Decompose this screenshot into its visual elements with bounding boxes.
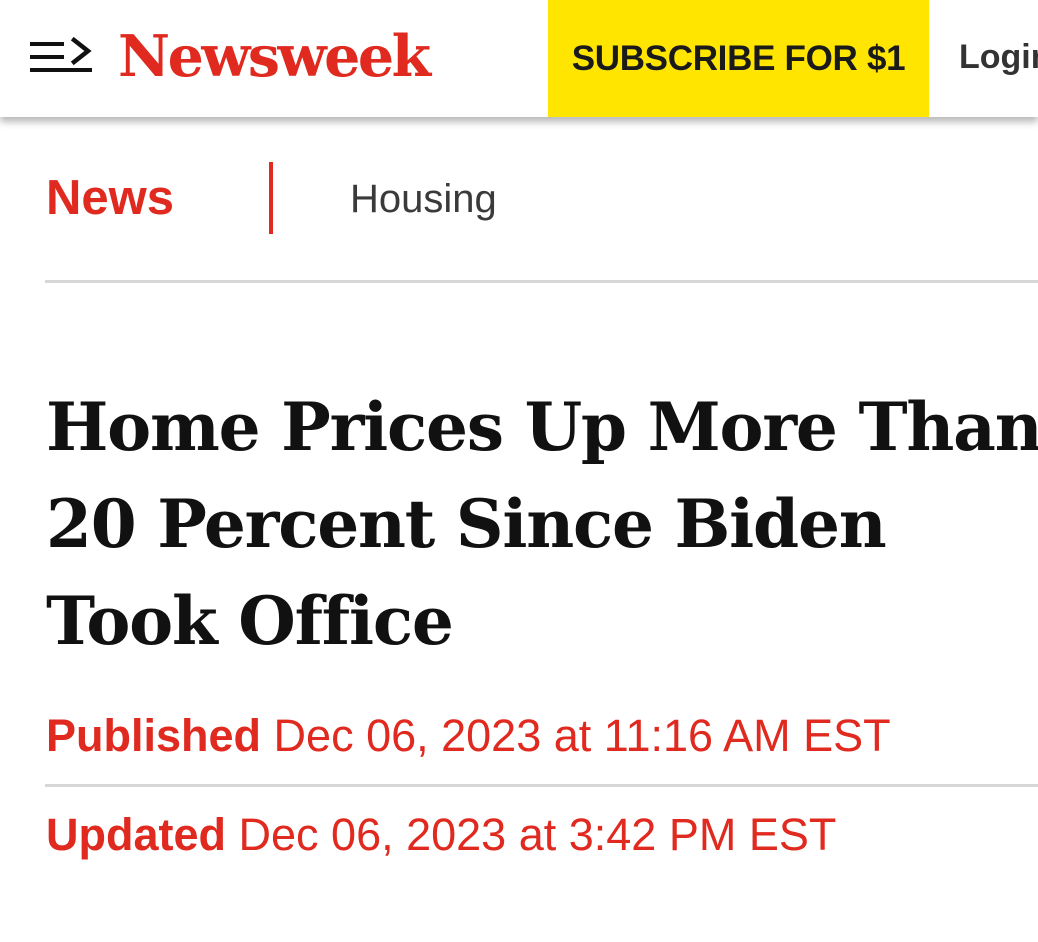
updated-date-value: Dec 06, 2023 at 3:42 PM EST [238,809,837,860]
divider [45,784,1038,787]
breadcrumb-divider [269,162,273,234]
menu-arrow-icon[interactable] [28,36,94,78]
divider [45,280,1038,283]
subscribe-button[interactable]: SUBSCRIBE FOR $1 [548,0,929,117]
updated-label: Updated [46,809,226,860]
newsweek-logo[interactable]: Newsweek [118,20,431,94]
login-link[interactable]: Login [959,37,1038,77]
site-header: Newsweek SUBSCRIBE FOR $1 Login [0,0,1038,117]
published-date: Published Dec 06, 2023 at 11:16 AM EST [46,710,891,762]
published-label: Published [46,710,262,761]
published-date-value: Dec 06, 2023 at 11:16 AM EST [273,710,891,761]
updated-date: Updated Dec 06, 2023 at 3:42 PM EST [46,809,836,861]
breadcrumb-news-link[interactable]: News [46,169,174,227]
article-headline: Home Prices Up More Than 20 Percent Sinc… [46,388,1038,660]
breadcrumb-housing-link[interactable]: Housing [350,176,497,222]
